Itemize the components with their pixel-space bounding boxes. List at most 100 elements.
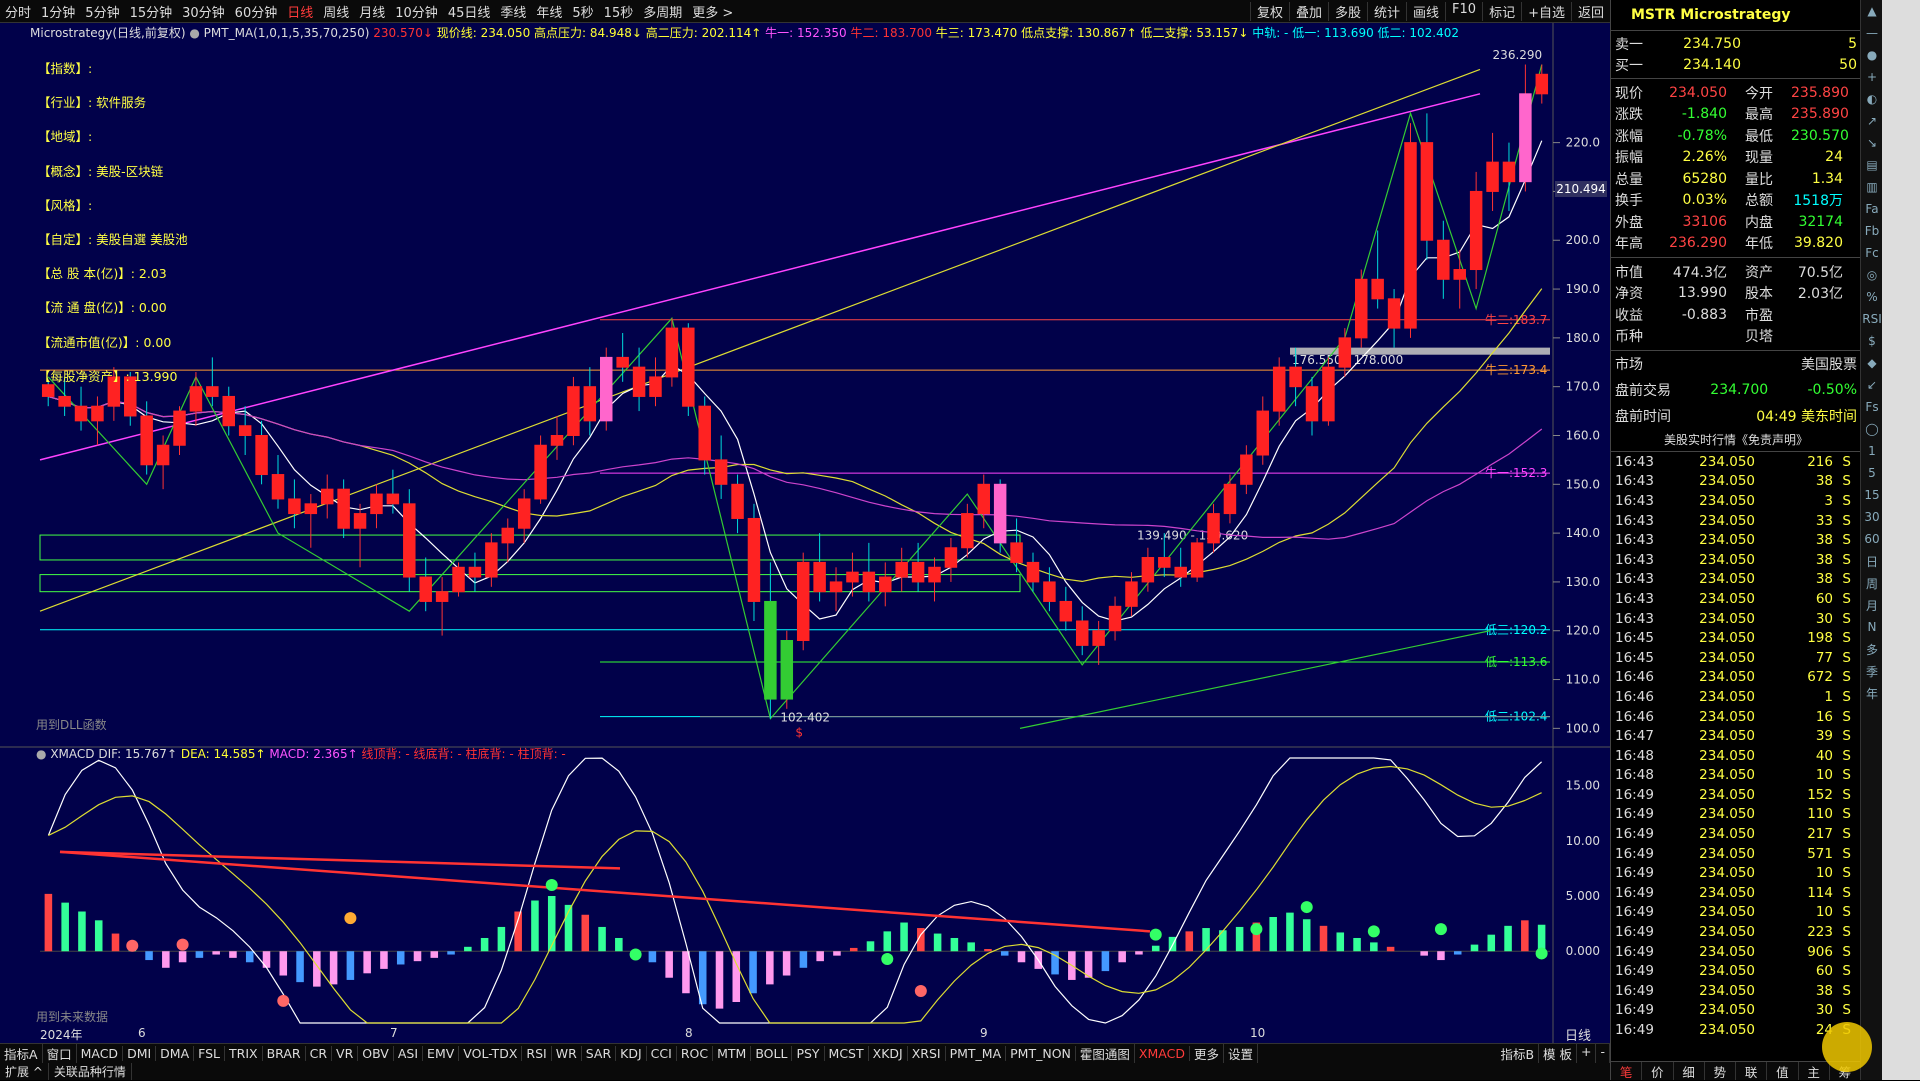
tool-icon[interactable]: ◐	[1861, 88, 1883, 110]
tool-icon[interactable]: ◯	[1861, 418, 1883, 440]
tool-icon[interactable]: 周	[1861, 572, 1883, 594]
panel-tab[interactable]: 价	[1642, 1062, 1674, 1080]
tool-icon[interactable]: +	[1861, 66, 1883, 88]
tool-icon[interactable]: $	[1861, 330, 1883, 352]
indicator-right-tab[interactable]: +	[1577, 1044, 1597, 1063]
indicator-tab[interactable]: XKDJ	[869, 1046, 908, 1061]
indicator-tab[interactable]: PMT_NON	[1006, 1046, 1076, 1061]
period-tab[interactable]: 周线	[318, 2, 354, 21]
indicator-tab[interactable]: PMT_MA	[946, 1046, 1007, 1061]
tool-icon[interactable]: 多	[1861, 638, 1883, 660]
tool-button[interactable]: 统计	[1367, 1, 1406, 21]
tool-icon[interactable]: ●	[1861, 44, 1883, 66]
indicator-tab[interactable]: KDJ	[616, 1046, 647, 1061]
tool-icon[interactable]: Fs	[1861, 396, 1883, 418]
tool-button[interactable]: 画线	[1406, 1, 1445, 21]
tool-icon[interactable]: ▲	[1861, 0, 1883, 22]
tool-icon[interactable]: ◆	[1861, 352, 1883, 374]
period-tab[interactable]: 月线	[354, 2, 390, 21]
tool-button[interactable]: 标记	[1482, 1, 1521, 21]
period-tab[interactable]: 分时	[0, 2, 36, 21]
tool-icon[interactable]: ◎	[1861, 264, 1883, 286]
indicator-tab[interactable]: WR	[552, 1046, 582, 1061]
indicator-tab[interactable]: TRIX	[225, 1046, 263, 1061]
indicator-right-tab[interactable]: 模 板	[1539, 1044, 1577, 1063]
period-tab[interactable]: 1分钟	[36, 2, 80, 21]
indicator-tab[interactable]: PSY	[792, 1046, 825, 1061]
period-tab[interactable]: 15秒	[599, 2, 639, 21]
indicator-tab[interactable]: XMACD	[1135, 1046, 1190, 1061]
indicator-right-tab[interactable]: 指标B	[1496, 1044, 1540, 1063]
tool-icon[interactable]: 30	[1861, 506, 1883, 528]
tool-button[interactable]: +自选	[1521, 1, 1571, 21]
period-tab[interactable]: 15分钟	[125, 2, 178, 21]
indicator-tab[interactable]: FSL	[194, 1046, 226, 1061]
tool-icon[interactable]: ▥	[1861, 176, 1883, 198]
tool-button[interactable]: 复权	[1249, 1, 1289, 21]
period-tab[interactable]: 季线	[495, 2, 531, 21]
tool-button[interactable]: 多股	[1327, 1, 1367, 21]
indicator-tab[interactable]: VOL-TDX	[459, 1046, 523, 1061]
indicator-tab[interactable]: ASI	[394, 1046, 424, 1061]
period-tab[interactable]: 年线	[531, 2, 567, 21]
tool-icon[interactable]: RSI	[1861, 308, 1883, 330]
expand-button[interactable]: 扩展 ^	[0, 1063, 49, 1080]
tool-icon[interactable]: 季	[1861, 660, 1883, 682]
tool-icon[interactable]: 年	[1861, 682, 1883, 704]
tool-icon[interactable]: Fc	[1861, 242, 1883, 264]
kline-chart[interactable]: 220.0210.0200.0190.0180.0170.0160.0150.0…	[0, 23, 1610, 1045]
indicator-tab[interactable]: BOLL	[751, 1046, 793, 1061]
tool-icon[interactable]: 5	[1861, 462, 1883, 484]
indicator-tab[interactable]: MACD	[77, 1046, 124, 1061]
tick-list[interactable]: 16:43 234.050 216 S 16:43 234.050 38 S 16:43 234.…	[1611, 452, 1861, 1040]
tool-icon[interactable]: ↘	[1861, 132, 1883, 154]
tool-icon[interactable]: —	[1861, 22, 1883, 44]
indicator-tab[interactable]: DMI	[123, 1046, 157, 1061]
tool-icon[interactable]: N	[1861, 616, 1883, 638]
period-badge[interactable]: 日线	[1565, 1025, 1591, 1044]
tool-button[interactable]: 返回	[1570, 1, 1610, 21]
tool-icon[interactable]: 15	[1861, 484, 1883, 506]
indicator-tab[interactable]: 窗口	[43, 1044, 77, 1063]
period-tab[interactable]: 5秒	[567, 2, 598, 21]
panel-tab[interactable]: 势	[1705, 1062, 1736, 1080]
indicator-tab[interactable]: 更多	[1190, 1044, 1224, 1063]
indicator-tab[interactable]: MTM	[713, 1046, 752, 1061]
indicator-tab[interactable]: 指标A	[0, 1044, 43, 1063]
tool-icon[interactable]: Fa	[1861, 198, 1883, 220]
indicator-tab[interactable]: SAR	[582, 1046, 617, 1061]
tool-button[interactable]: 叠加	[1288, 1, 1328, 21]
tool-icon[interactable]: ▤	[1861, 154, 1883, 176]
tool-icon[interactable]: ↗	[1861, 110, 1883, 132]
tool-icon[interactable]: 1	[1861, 440, 1883, 462]
tool-icon[interactable]: 日	[1861, 550, 1883, 572]
tool-icon[interactable]: 60	[1861, 528, 1883, 550]
chart-area[interactable]: 220.0210.0200.0190.0180.0170.0160.0150.0…	[0, 23, 1610, 1045]
related-quotes-button[interactable]: 关联品种行情	[49, 1063, 132, 1080]
period-tab[interactable]: 多周期	[638, 2, 687, 21]
indicator-tab[interactable]: ROC	[677, 1046, 714, 1061]
indicator-tab[interactable]: EMV	[423, 1046, 460, 1061]
tool-icon[interactable]: %	[1861, 286, 1883, 308]
panel-tab[interactable]: 值	[1767, 1062, 1799, 1080]
panel-tab[interactable]: 细	[1674, 1062, 1705, 1080]
indicator-tab[interactable]: VR	[332, 1046, 359, 1061]
indicator-tab[interactable]: OBV	[358, 1046, 394, 1061]
tool-icon[interactable]: Fb	[1861, 220, 1883, 242]
period-tab[interactable]: 10分钟	[390, 2, 443, 21]
indicator-tab[interactable]: CR	[306, 1046, 333, 1061]
panel-tab[interactable]: 笔	[1611, 1062, 1643, 1080]
indicator-tab[interactable]: MCST	[825, 1046, 869, 1061]
scroll-strip[interactable]	[1882, 0, 1920, 1080]
panel-tab[interactable]: 主	[1799, 1062, 1830, 1080]
indicator-tab[interactable]: CCI	[647, 1046, 677, 1061]
panel-tab[interactable]: 联	[1736, 1062, 1768, 1080]
indicator-tab[interactable]: XRSI	[908, 1046, 946, 1061]
period-tab[interactable]: 5分钟	[80, 2, 124, 21]
period-tab[interactable]: 30分钟	[177, 2, 230, 21]
tool-icon[interactable]: 月	[1861, 594, 1883, 616]
indicator-tab[interactable]: 霍图通图	[1076, 1044, 1135, 1063]
indicator-tab[interactable]: 设置	[1224, 1044, 1258, 1063]
indicator-tab[interactable]: BRAR	[263, 1046, 306, 1061]
tool-icon[interactable]: ↙	[1861, 374, 1883, 396]
